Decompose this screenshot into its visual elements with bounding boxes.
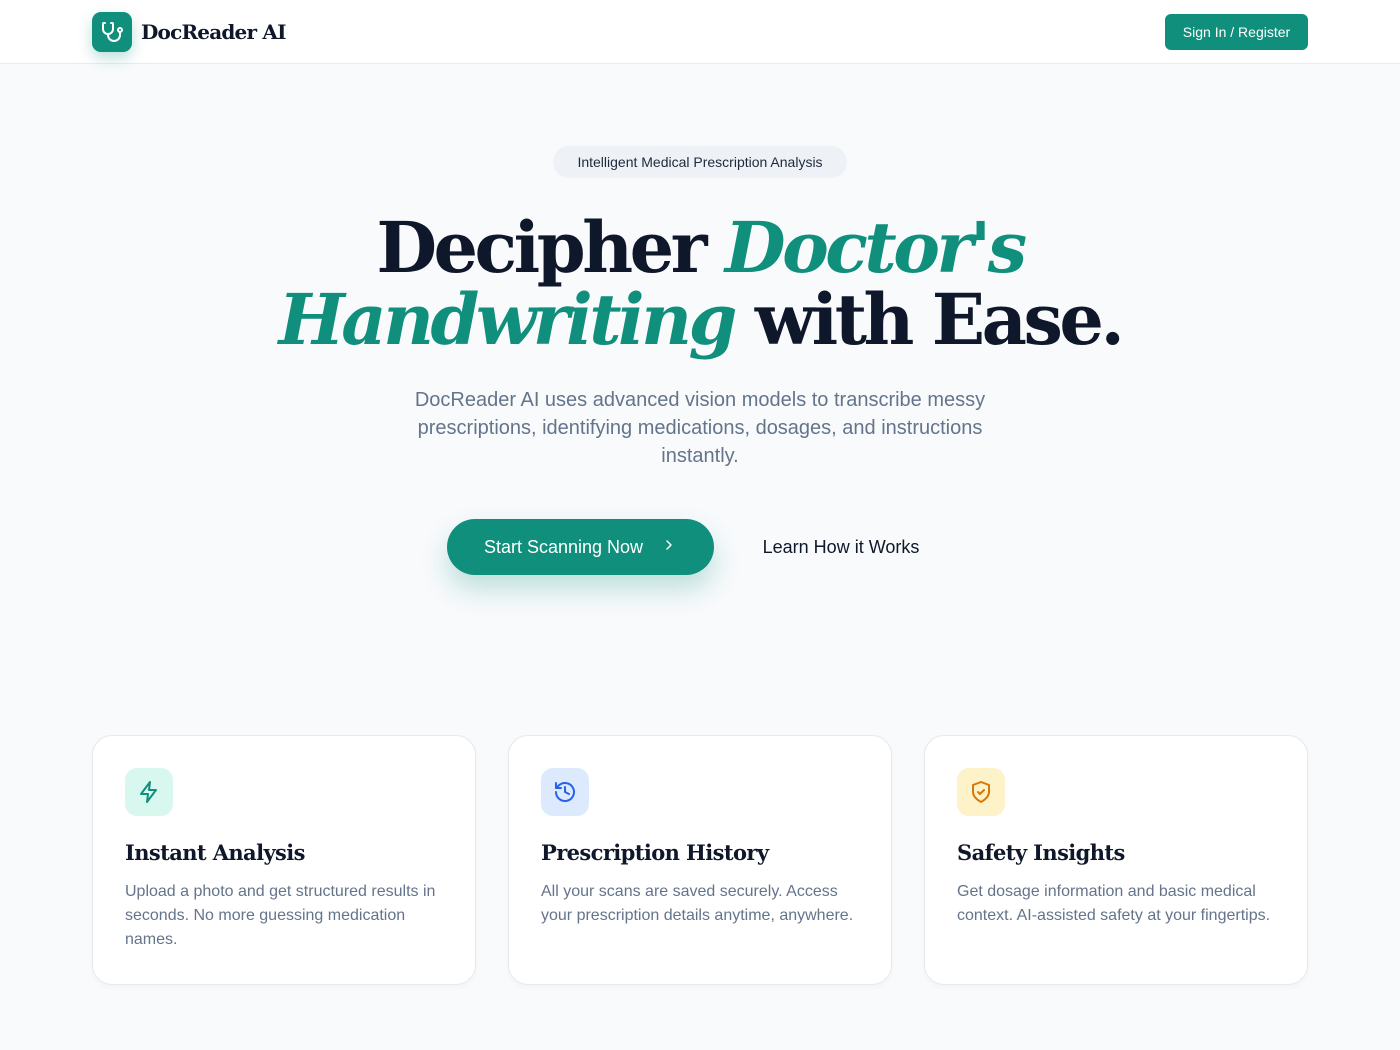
feature-card-prescription-history: Prescription History All your scans are … bbox=[508, 735, 892, 985]
stethoscope-icon bbox=[92, 12, 132, 52]
feature-card-safety-insights: Safety Insights Get dosage information a… bbox=[924, 735, 1308, 985]
feature-title: Safety Insights bbox=[957, 840, 1125, 865]
hero-headline: Decipher Doctor's Handwriting with Ease. bbox=[200, 212, 1200, 356]
feature-description: Get dosage information and basic medical… bbox=[957, 883, 1271, 924]
lightning-icon bbox=[125, 768, 173, 816]
tagline-pill: Intelligent Medical Prescription Analysi… bbox=[553, 146, 847, 178]
brand-name: DocReader AI bbox=[141, 20, 286, 44]
headline-accent-1: Doctor's bbox=[724, 206, 1027, 289]
history-icon bbox=[541, 768, 589, 816]
feature-card-instant-analysis: Instant Analysis Upload a photo and get … bbox=[92, 735, 476, 985]
hero-subtitle: DocReader AI uses advanced vision models… bbox=[414, 389, 986, 467]
sign-in-register-button[interactable]: Sign In / Register bbox=[1165, 14, 1308, 50]
headline-part-1: Decipher bbox=[376, 206, 707, 289]
headline-part-4: with Ease. bbox=[754, 278, 1125, 361]
feature-title: Prescription History bbox=[541, 840, 769, 865]
learn-how-it-works-link[interactable]: Learn How it Works bbox=[740, 519, 942, 575]
top-navbar: DocReader AI Sign In / Register bbox=[0, 0, 1400, 64]
start-scanning-label: Start Scanning Now bbox=[483, 536, 644, 557]
brand[interactable]: DocReader AI bbox=[92, 12, 286, 52]
shield-check-icon bbox=[957, 768, 1005, 816]
feature-title: Instant Analysis bbox=[125, 840, 305, 865]
feature-description: Upload a photo and get structured result… bbox=[125, 883, 436, 948]
feature-description: All your scans are saved securely. Acces… bbox=[541, 883, 854, 924]
start-scanning-button[interactable]: Start Scanning Now bbox=[447, 519, 714, 575]
chevron-right-icon bbox=[661, 537, 677, 558]
headline-accent-2: Handwriting bbox=[278, 278, 738, 361]
